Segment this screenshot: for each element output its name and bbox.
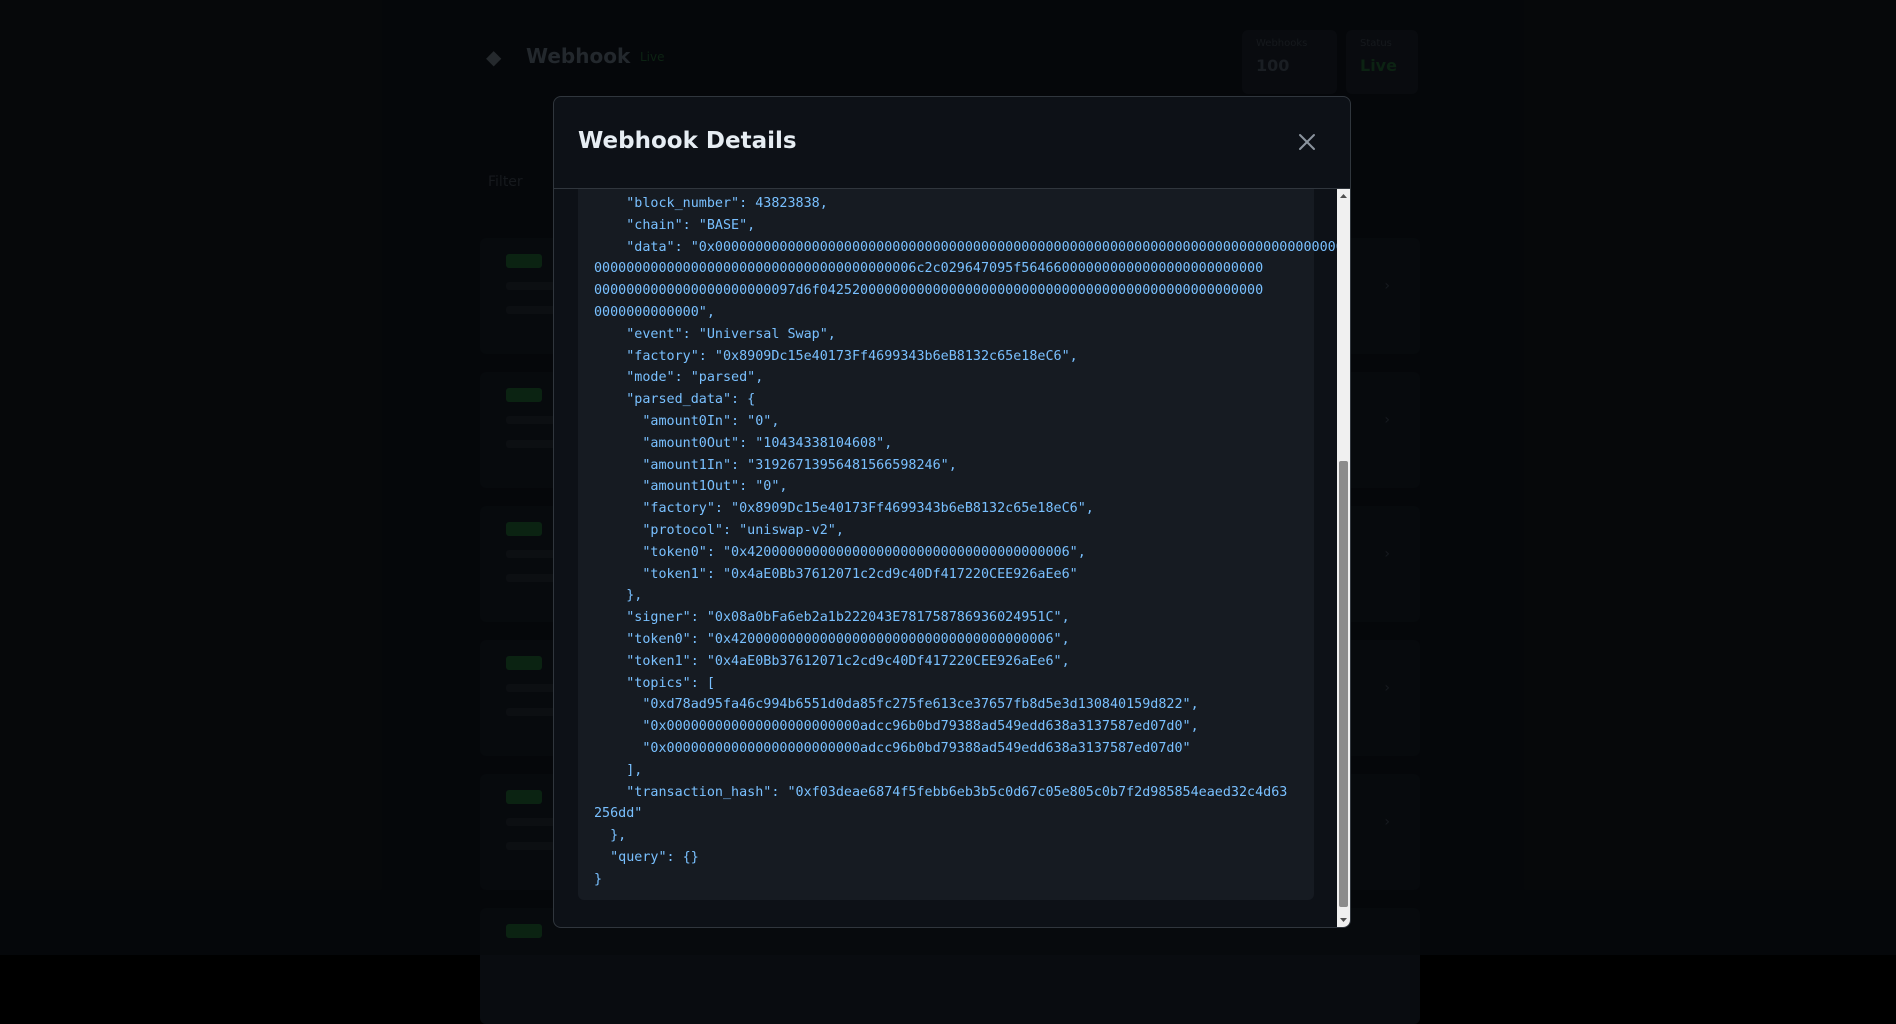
json-code-line: "chain": "BASE", — [594, 217, 756, 233]
json-code-line: "event": "Universal Swap", — [594, 326, 836, 342]
json-code-line: 256dd" — [594, 806, 643, 822]
json-code-line: "topics": [ — [594, 675, 715, 691]
json-code-line: 0000000000000", — [594, 304, 715, 320]
json-code-line: "token0": "0x420000000000000000000000000… — [594, 631, 1070, 647]
webhook-details-modal: Webhook Details "block_number": 43823838… — [553, 96, 1351, 928]
json-payload-block[interactable]: "block_number": 43823838, "chain": "BASE… — [578, 189, 1344, 900]
json-code-line: "0xd78ad95fa46c994b6551d0da85fc275fe613c… — [594, 697, 1199, 713]
json-code-line: "token1": "0x4aE0Bb37612071c2cd9c40Df417… — [594, 653, 1070, 669]
json-code-line: }, — [594, 588, 643, 604]
json-code-line: ], — [594, 762, 643, 778]
vertical-scrollbar[interactable] — [1337, 189, 1350, 927]
scroll-up-icon[interactable] — [1337, 189, 1350, 203]
json-code-line: "amount1Out": "0", — [594, 479, 788, 495]
json-code-line: "token0": "0x420000000000000000000000000… — [594, 544, 1086, 560]
json-code-line: "mode": "parsed", — [594, 370, 764, 386]
json-code-line: "0x000000000000000000000000adcc96b0bd793… — [594, 740, 1191, 756]
json-code-line: "data": "0x00000000000000000000000000000… — [594, 239, 1344, 255]
json-code-line: "query": {} — [594, 849, 699, 865]
close-icon — [1299, 134, 1315, 150]
json-code-line: 0000000000000000000000000000000000000006… — [594, 261, 1264, 277]
json-code-line: "amount0In": "0", — [594, 413, 780, 429]
json-code-line: } — [594, 871, 603, 887]
modal-body[interactable]: "block_number": 43823838, "chain": "BASE… — [554, 189, 1350, 927]
json-code-line: "token1": "0x4aE0Bb37612071c2cd9c40Df417… — [594, 566, 1078, 582]
modal-title: Webhook Details — [578, 128, 797, 154]
json-code-line: "0x000000000000000000000000adcc96b0bd793… — [594, 719, 1199, 735]
json-code-line: }, — [594, 828, 627, 844]
json-code-line: "factory": "0x8909Dc15e40173Ff4699343b6e… — [594, 501, 1094, 517]
json-code-line: "parsed_data": { — [594, 392, 756, 408]
json-code-line: "amount0Out": "10434338104608", — [594, 435, 893, 451]
json-code-line: 0000000000000000000000097d6f042520000000… — [594, 283, 1264, 299]
json-code-line: "signer": "0x08a0bFa6eb2a1b222043E781758… — [594, 610, 1070, 626]
modal-header: Webhook Details — [554, 97, 1350, 189]
close-button[interactable] — [1292, 127, 1322, 157]
scroll-down-icon[interactable] — [1337, 913, 1350, 927]
json-code-line: "transaction_hash": "0xf03deae6874f5febb… — [594, 784, 1288, 800]
json-code-line: "block_number": 43823838, — [594, 196, 828, 211]
json-code-line: "amount1In": "31926713956481566598246", — [594, 457, 957, 473]
json-code-line: "protocol": "uniswap-v2", — [594, 522, 844, 538]
json-code-line: "factory": "0x8909Dc15e40173Ff4699343b6e… — [594, 348, 1078, 364]
scrollbar-thumb[interactable] — [1339, 461, 1348, 907]
